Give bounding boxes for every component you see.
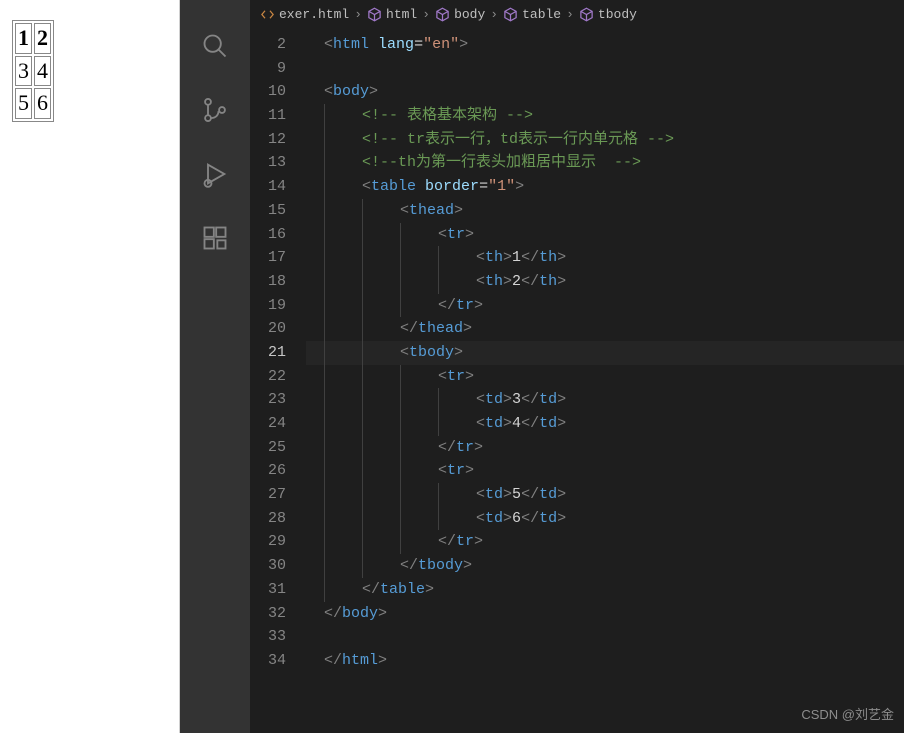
line-number[interactable]: 20 — [250, 317, 286, 341]
code-line[interactable]: <body> — [306, 80, 904, 104]
table-cell: 5 — [15, 88, 32, 119]
code-line[interactable] — [306, 625, 904, 649]
code-content[interactable]: <html lang="en"><body><!-- 表格基本架构 --><!-… — [306, 30, 904, 733]
code-line[interactable]: <!--th为第一行表头加粗居中显示 --> — [306, 151, 904, 175]
code-line[interactable]: <tr> — [306, 459, 904, 483]
table-row: 3 4 — [15, 56, 51, 87]
line-number[interactable]: 31 — [250, 578, 286, 602]
code-line[interactable]: <td>5</td> — [306, 483, 904, 507]
line-number[interactable]: 33 — [250, 625, 286, 649]
code-line[interactable]: </table> — [306, 578, 904, 602]
code-line[interactable]: <html lang="en"> — [306, 33, 904, 57]
breadcrumb-item[interactable]: body — [435, 7, 485, 22]
line-number[interactable]: 25 — [250, 436, 286, 460]
breadcrumb-file[interactable]: exer.html — [260, 7, 349, 22]
code-line[interactable]: </tr> — [306, 436, 904, 460]
code-line[interactable] — [306, 57, 904, 81]
line-number[interactable]: 28 — [250, 507, 286, 531]
line-number[interactable]: 15 — [250, 199, 286, 223]
line-number[interactable]: 16 — [250, 223, 286, 247]
line-number[interactable]: 26 — [250, 459, 286, 483]
run-debug-icon[interactable] — [201, 160, 229, 188]
code-line[interactable]: </tr> — [306, 294, 904, 318]
line-number[interactable]: 27 — [250, 483, 286, 507]
breadcrumb[interactable]: exer.html › html › body › table › tbody — [250, 0, 904, 30]
watermark: CSDN @刘艺金 — [801, 704, 894, 723]
element-icon — [503, 7, 518, 22]
code-line[interactable]: <!-- tr表示一行，td表示一行内单元格 --> — [306, 128, 904, 152]
line-number[interactable]: 17 — [250, 246, 286, 270]
table-cell: 6 — [34, 88, 51, 119]
line-number[interactable]: 10 — [250, 80, 286, 104]
table-row: 1 2 — [15, 23, 51, 54]
code-line[interactable]: <tbody> — [306, 341, 904, 365]
element-icon — [435, 7, 450, 22]
code-line[interactable]: </tbody> — [306, 554, 904, 578]
code-line[interactable]: <td>6</td> — [306, 507, 904, 531]
chevron-right-icon: › — [354, 7, 362, 22]
search-icon[interactable] — [201, 32, 229, 60]
line-number[interactable]: 9 — [250, 57, 286, 81]
line-number[interactable]: 19 — [250, 294, 286, 318]
line-number[interactable]: 2 — [250, 33, 286, 57]
chevron-right-icon: › — [422, 7, 430, 22]
line-number[interactable]: 24 — [250, 412, 286, 436]
code-line[interactable]: </body> — [306, 602, 904, 626]
code-line[interactable]: <td>3</td> — [306, 388, 904, 412]
extensions-icon[interactable] — [201, 224, 229, 252]
breadcrumb-label: table — [522, 7, 561, 22]
breadcrumb-file-label: exer.html — [279, 7, 349, 22]
code-line[interactable]: <td>4</td> — [306, 412, 904, 436]
line-number[interactable]: 14 — [250, 175, 286, 199]
code-line[interactable]: <thead> — [306, 199, 904, 223]
line-number-gutter[interactable]: 2910111213141516171819202122232425262728… — [250, 30, 306, 733]
rendered-table: 1 2 3 4 5 6 — [12, 20, 54, 122]
source-control-icon[interactable] — [201, 96, 229, 124]
breadcrumb-item[interactable]: html — [367, 7, 417, 22]
activity-bar — [180, 0, 250, 733]
code-line[interactable]: <th>1</th> — [306, 246, 904, 270]
line-number[interactable]: 30 — [250, 554, 286, 578]
table-header-cell: 2 — [34, 23, 51, 54]
chevron-right-icon: › — [490, 7, 498, 22]
line-number[interactable]: 32 — [250, 602, 286, 626]
line-number[interactable]: 34 — [250, 649, 286, 673]
code-line[interactable]: </html> — [306, 649, 904, 673]
code-panel[interactable]: 2910111213141516171819202122232425262728… — [250, 30, 904, 733]
table-row: 5 6 — [15, 88, 51, 119]
code-line[interactable]: <tr> — [306, 223, 904, 247]
breadcrumb-item[interactable]: tbody — [579, 7, 637, 22]
table-header-cell: 1 — [15, 23, 32, 54]
element-icon — [367, 7, 382, 22]
line-number[interactable]: 22 — [250, 365, 286, 389]
code-line[interactable]: </thead> — [306, 317, 904, 341]
line-number[interactable]: 11 — [250, 104, 286, 128]
breadcrumb-label: html — [386, 7, 417, 22]
code-editor[interactable]: exer.html › html › body › table › tbody … — [250, 0, 904, 733]
element-icon — [579, 7, 594, 22]
browser-preview: 1 2 3 4 5 6 — [0, 0, 180, 733]
code-line[interactable]: <tr> — [306, 365, 904, 389]
breadcrumb-label: body — [454, 7, 485, 22]
line-number[interactable]: 21 — [250, 341, 286, 365]
table-cell: 4 — [34, 56, 51, 87]
chevron-right-icon: › — [566, 7, 574, 22]
line-number[interactable]: 12 — [250, 128, 286, 152]
breadcrumb-item[interactable]: table — [503, 7, 561, 22]
code-line[interactable]: <table border="1"> — [306, 175, 904, 199]
line-number[interactable]: 18 — [250, 270, 286, 294]
breadcrumb-label: tbody — [598, 7, 637, 22]
line-number[interactable]: 23 — [250, 388, 286, 412]
code-line[interactable]: <!-- 表格基本架构 --> — [306, 104, 904, 128]
table-cell: 3 — [15, 56, 32, 87]
line-number[interactable]: 13 — [250, 151, 286, 175]
line-number[interactable]: 29 — [250, 530, 286, 554]
html-file-icon — [260, 7, 275, 22]
code-line[interactable]: </tr> — [306, 530, 904, 554]
code-line[interactable]: <th>2</th> — [306, 270, 904, 294]
